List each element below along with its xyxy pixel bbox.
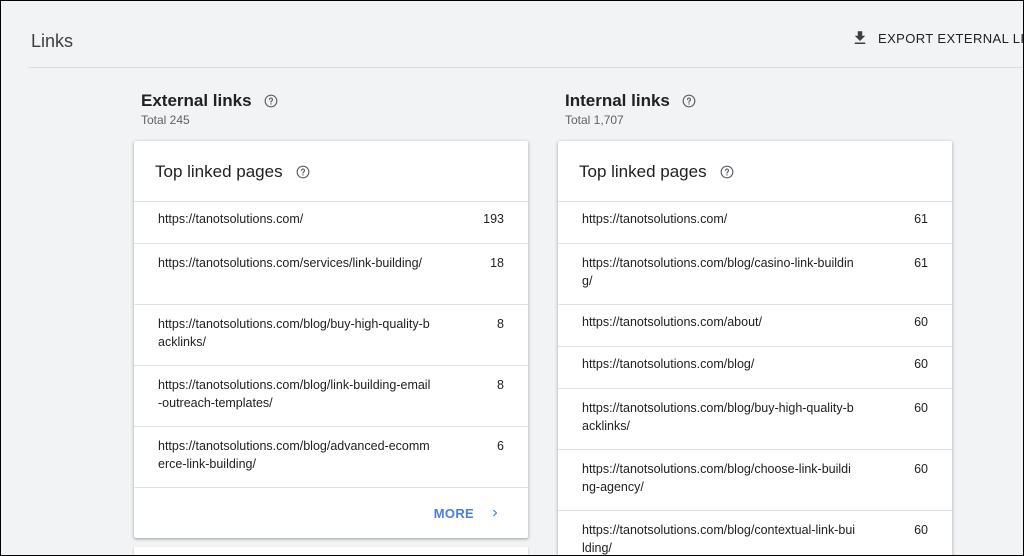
internal-top-linked-pages-card: Top linked pages https://tanotsolutions.… xyxy=(558,141,952,555)
help-icon[interactable] xyxy=(720,165,734,179)
card-header: Top linked pages xyxy=(134,141,528,201)
links-report-frame: Links EXPORT EXTERNAL LINKS External lin… xyxy=(0,0,1024,556)
export-button-label: EXPORT EXTERNAL LINKS xyxy=(878,30,1024,46)
card-header: Top linked pages xyxy=(558,141,952,201)
external-top-linked-pages-card: Top linked pages https://tanotsolutions.… xyxy=(134,141,528,538)
table-row[interactable]: https://tanotsolutions.com/ 193 xyxy=(134,201,528,243)
download-icon xyxy=(854,31,866,44)
table-row[interactable]: https://tanotsolutions.com/blog/buy-high… xyxy=(558,388,952,449)
row-url: https://tanotsolutions.com/blog/choose-l… xyxy=(582,462,851,494)
external-links-title: External links xyxy=(141,91,252,110)
table-row[interactable]: https://tanotsolutions.com/blog/link-bui… xyxy=(134,365,528,426)
row-count: 18 xyxy=(490,256,504,270)
row-count: 60 xyxy=(914,523,928,537)
card-footer: MORE xyxy=(134,487,528,538)
row-url: https://tanotsolutions.com/about/ xyxy=(582,315,762,329)
row-url: https://tanotsolutions.com/blog/buy-high… xyxy=(158,317,430,349)
row-url: https://tanotsolutions.com/ xyxy=(158,212,304,226)
row-url: https://tanotsolutions.com/blog/ xyxy=(582,357,755,371)
more-button-label: MORE xyxy=(433,505,474,521)
table-row[interactable]: https://tanotsolutions.com/services/link… xyxy=(134,243,528,304)
table-row[interactable]: https://tanotsolutions.com/blog/choose-l… xyxy=(558,449,952,510)
row-count: 8 xyxy=(497,317,504,331)
row-url: https://tanotsolutions.com/blog/contextu… xyxy=(582,523,856,555)
table-row[interactable]: https://tanotsolutions.com/about/ 60 xyxy=(558,304,952,346)
table-row[interactable]: https://tanotsolutions.com/blog/casino-l… xyxy=(558,243,952,304)
table-row[interactable]: https://tanotsolutions.com/blog/contextu… xyxy=(558,510,952,555)
internal-links-section: Internal links Total 1,707 xyxy=(565,91,696,127)
external-links-total: Total 245 xyxy=(141,113,190,127)
row-count: 60 xyxy=(914,357,928,371)
help-icon[interactable] xyxy=(264,94,278,108)
row-count: 61 xyxy=(914,212,928,226)
row-count: 61 xyxy=(914,256,928,270)
internal-links-title: Internal links xyxy=(565,91,670,110)
card-title: Top linked pages xyxy=(579,162,707,181)
row-count: 8 xyxy=(497,378,504,392)
row-count: 193 xyxy=(483,212,504,226)
row-url: https://tanotsolutions.com/services/link… xyxy=(158,256,423,270)
row-count: 60 xyxy=(914,462,928,476)
row-url: https://tanotsolutions.com/blog/buy-high… xyxy=(582,401,854,433)
help-icon[interactable] xyxy=(296,165,310,179)
chevron-right-icon xyxy=(493,509,498,517)
table-row[interactable]: https://tanotsolutions.com/blog/advanced… xyxy=(134,426,528,487)
external-links-heading: External links xyxy=(141,91,278,111)
row-url: https://tanotsolutions.com/ xyxy=(582,212,728,226)
export-external-links-button[interactable]: EXPORT EXTERNAL LINKS xyxy=(851,29,1024,47)
internal-links-heading: Internal links xyxy=(565,91,696,111)
row-count: 60 xyxy=(914,401,928,415)
page-title: Links xyxy=(31,31,74,51)
table-row[interactable]: https://tanotsolutions.com/blog/buy-high… xyxy=(134,304,528,365)
row-url: https://tanotsolutions.com/blog/link-bui… xyxy=(158,378,431,410)
card-title: Top linked pages xyxy=(155,162,283,181)
table-row[interactable]: https://tanotsolutions.com/ 61 xyxy=(558,201,952,243)
top-bar: Links EXPORT EXTERNAL LINKS xyxy=(28,1,1023,68)
table-row[interactable]: https://tanotsolutions.com/blog/ 60 xyxy=(558,346,952,388)
help-icon[interactable] xyxy=(682,94,696,108)
more-button[interactable]: MORE xyxy=(434,506,502,521)
row-url: https://tanotsolutions.com/blog/casino-l… xyxy=(582,256,854,288)
row-url: https://tanotsolutions.com/blog/advanced… xyxy=(158,439,430,471)
external-links-section: External links Total 245 xyxy=(141,91,278,127)
row-count: 6 xyxy=(497,439,504,453)
row-count: 60 xyxy=(914,315,928,329)
next-card-partial xyxy=(134,547,528,555)
internal-links-total: Total 1,707 xyxy=(565,113,624,127)
